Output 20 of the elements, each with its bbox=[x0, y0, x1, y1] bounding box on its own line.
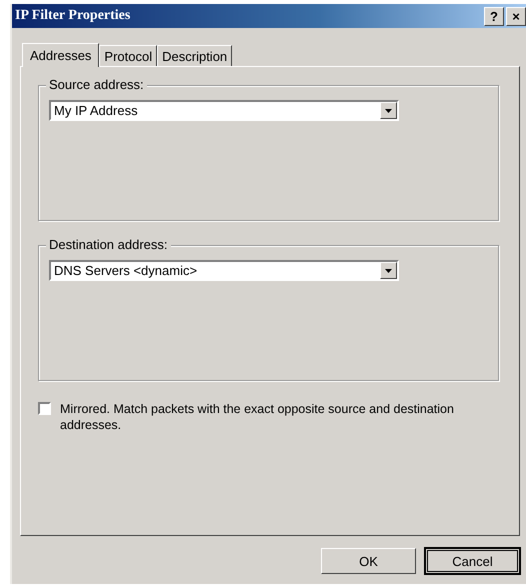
caret-icon bbox=[385, 108, 392, 112]
caret-icon bbox=[385, 268, 392, 272]
help-button[interactable]: ? bbox=[484, 6, 504, 26]
dropdown-button[interactable] bbox=[380, 262, 397, 279]
ok-button[interactable]: OK bbox=[321, 548, 416, 574]
dropdown-value: DNS Servers <dynamic> bbox=[53, 263, 198, 278]
dropdown-button[interactable] bbox=[380, 102, 397, 119]
cancel-button[interactable]: Cancel bbox=[425, 548, 520, 574]
tab[interactable]: Description bbox=[157, 45, 232, 66]
checkbox[interactable] bbox=[38, 402, 51, 415]
dropdown-value: My IP Address bbox=[53, 103, 138, 118]
group-label: Source address: bbox=[46, 77, 147, 92]
close-button[interactable]: × bbox=[506, 6, 526, 26]
tab[interactable]: Addresses bbox=[22, 43, 100, 67]
tab[interactable]: Protocol bbox=[99, 45, 158, 66]
checkbox-label: Mirrored. Match packets with the exact opposite source and destination addresses. bbox=[60, 401, 455, 433]
dropdown[interactable]: DNS Servers <dynamic> bbox=[49, 260, 399, 281]
group-label: Destination address: bbox=[46, 237, 171, 252]
dropdown[interactable]: My IP Address bbox=[49, 100, 399, 121]
window-title: IP Filter Properties bbox=[15, 8, 130, 24]
